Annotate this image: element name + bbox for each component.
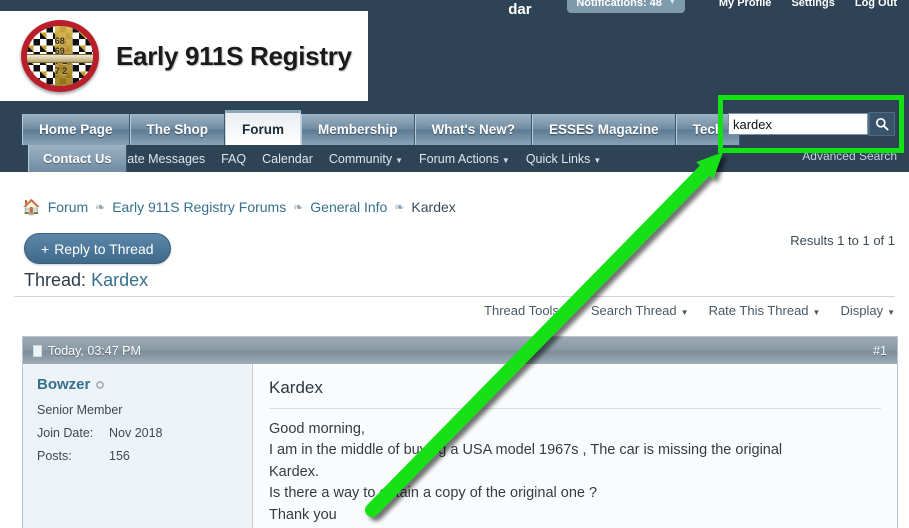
search-thread-menu[interactable]: Search Thread ▼ <box>591 303 689 318</box>
post-author-join-date-row: Join Date: Nov 2018 <box>37 426 238 440</box>
subnav-quick-links-label: Quick Links <box>525 151 591 166</box>
nav-tab-home-page[interactable]: Home Page <box>22 114 130 145</box>
advanced-search-link[interactable]: Advanced Search <box>802 149 897 163</box>
chevron-down-icon: ▼ <box>680 308 689 317</box>
plus-icon: + <box>41 240 50 257</box>
notifications-button[interactable]: Notifications: 48 ▼ <box>567 0 685 13</box>
thread-name: Kardex <box>91 270 149 290</box>
posts-value: 156 <box>109 449 130 463</box>
chevron-down-icon: ▼ <box>668 0 676 6</box>
welcome-username: dar <box>508 0 532 18</box>
search-icon <box>875 117 889 131</box>
post-line: Kardex. <box>269 463 319 480</box>
search-input[interactable] <box>728 113 868 135</box>
post-author-posts-row: Posts: 156 <box>37 449 238 463</box>
post-subject-divider <box>269 408 881 409</box>
site-header: Welcome, dar Notifications: 48 ▼ My Prof… <box>0 0 909 110</box>
site-logo-badge: 68 69 7 1 7 2 <box>18 17 102 95</box>
main-nav-tabs: Home Page The Shop Forum Membership What… <box>22 110 741 145</box>
page-title: Thread: Kardex <box>24 270 148 291</box>
home-icon[interactable]: 🏠 <box>22 198 41 216</box>
offline-status-icon <box>96 380 105 389</box>
subnav-community-label: Community <box>328 151 393 166</box>
thread-tools-menu[interactable]: Thread Tools ▼ <box>484 303 571 318</box>
chevron-down-icon: ▼ <box>887 308 895 317</box>
chevron-down-icon: ▼ <box>562 308 571 317</box>
join-date-value: Nov 2018 <box>109 426 163 440</box>
nav-tab-forum[interactable]: Forum <box>225 110 302 145</box>
chevron-down-icon: ▼ <box>395 155 403 165</box>
divider <box>14 296 895 297</box>
sub-navbar: New Posts Private Messages FAQ Calendar … <box>0 145 909 172</box>
chevron-down-icon: ▼ <box>593 155 602 165</box>
logo-inner: 68 69 7 1 7 2 <box>27 26 93 86</box>
reply-to-thread-button[interactable]: + Reply to Thread <box>24 233 171 264</box>
breadcrumb-item-current: Kardex <box>411 199 456 215</box>
notifications-label: Notifications: 48 <box>576 0 662 9</box>
logo-panel[interactable]: 68 69 7 1 7 2 Early 911S Registry <box>0 11 368 101</box>
results-count: Results 1 to 1 of 1 <box>790 233 895 248</box>
subnav-forum-actions[interactable]: Forum Actions ▼ <box>419 152 510 166</box>
nav-tab-membership[interactable]: Membership <box>301 114 415 145</box>
breadcrumb-item-general-info[interactable]: General Info <box>310 199 387 215</box>
my-profile-link[interactable]: My Profile <box>719 0 772 9</box>
breadcrumb-separator-icon: ❧ <box>293 200 304 214</box>
post-line: Good morning, <box>269 421 365 437</box>
post-body: Bowzer Senior Member Join Date: Nov 2018… <box>23 364 897 528</box>
post-number[interactable]: #1 <box>873 344 887 358</box>
nav-tab-contact-us[interactable]: Contact Us <box>28 145 127 172</box>
chevron-down-icon: ▼ <box>501 155 510 165</box>
logo-crossbar <box>27 53 93 63</box>
display-menu[interactable]: Display ▼ <box>840 303 895 318</box>
subnav-faq[interactable]: FAQ <box>221 152 246 166</box>
search-submit-button[interactable] <box>869 112 895 136</box>
post-header: Today, 03:47 PM #1 <box>23 337 897 364</box>
post-timestamp: Today, 03:47 PM <box>48 343 141 358</box>
subnav-forum-actions-label: Forum Actions <box>419 151 499 166</box>
page-root: Welcome, dar Notifications: 48 ▼ My Prof… <box>0 0 909 528</box>
search-area <box>728 111 895 137</box>
post-content: Kardex Good morning, I am in the middle … <box>253 364 897 528</box>
breadcrumb-separator-icon: ❧ <box>95 200 106 214</box>
settings-link[interactable]: Settings <box>791 0 834 9</box>
thread-tools-label: Thread Tools <box>484 303 559 318</box>
subnav-community[interactable]: Community ▼ <box>329 152 403 166</box>
breadcrumb-separator-icon: ❧ <box>394 200 405 214</box>
display-label: Display <box>840 303 884 318</box>
search-thread-label: Search Thread <box>590 303 677 318</box>
logout-link[interactable]: Log Out <box>855 0 897 9</box>
chevron-down-icon: ▼ <box>812 308 821 317</box>
post-message-body: Good morning, I am in the middle of buyi… <box>269 419 881 526</box>
post-author-title: Senior Member <box>37 403 123 417</box>
thread-toolbar: Thread Tools ▼ Search Thread ▼ Rate This T… <box>484 303 895 318</box>
post-subject: Kardex <box>269 378 323 397</box>
breadcrumb-item-forum[interactable]: Forum <box>48 199 88 215</box>
post-line: Thank you <box>269 506 337 523</box>
thread-label: Thread: <box>24 270 87 290</box>
post-line: I am in the middle of buying a USA model… <box>269 442 783 459</box>
welcome-text: Welcome, dar <box>508 0 559 18</box>
breadcrumb: 🏠 Forum ❧ Early 911S Registry Forums ❧ G… <box>22 198 456 216</box>
page-icon <box>33 344 42 357</box>
nav-tab-whats-new[interactable]: What's New? <box>414 114 533 145</box>
rate-this-thread-menu[interactable]: Rate This Thread ▼ <box>709 303 821 318</box>
site-title: Early 911S Registry <box>116 40 352 71</box>
post-container: Today, 03:47 PM #1 Bowzer Senior Member … <box>22 336 898 528</box>
join-date-label: Join Date: <box>37 426 94 440</box>
nav-tab-the-shop[interactable]: The Shop <box>129 114 226 145</box>
post-author[interactable]: Bowzer <box>37 376 238 393</box>
post-line: Is there a way to obtain a copy of the o… <box>269 485 598 502</box>
subnav-quick-links[interactable]: Quick Links ▼ <box>526 152 602 166</box>
post-author-name: Bowzer <box>37 376 91 393</box>
breadcrumb-item-registry-forums[interactable]: Early 911S Registry Forums <box>112 199 286 215</box>
rate-this-thread-label: Rate This Thread <box>708 303 809 318</box>
subnav-calendar[interactable]: Calendar <box>262 152 313 166</box>
posts-label: Posts: <box>37 449 72 463</box>
post-timestamp-group: Today, 03:47 PM <box>33 344 141 358</box>
reply-to-thread-label: Reply to Thread <box>54 240 154 257</box>
nav-tab-esses-magazine[interactable]: ESSES Magazine <box>532 114 676 145</box>
post-user-info: Bowzer Senior Member Join Date: Nov 2018… <box>23 364 253 528</box>
